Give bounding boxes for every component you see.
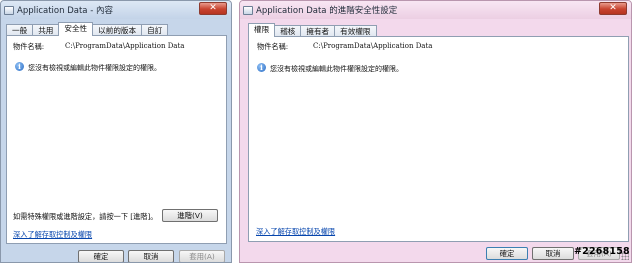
info-icon: i xyxy=(257,63,266,72)
cancel-button[interactable]: 取消 xyxy=(532,247,574,260)
info-icon: i xyxy=(15,62,24,71)
apply-button[interactable]: 套用(A) xyxy=(179,250,225,262)
ok-button[interactable]: 確定 xyxy=(486,247,528,260)
window-icon xyxy=(243,5,253,15)
properties-titlebar[interactable]: Application Data - 內容 ✕ xyxy=(1,1,231,19)
object-name-value: C:\ProgramData\Application Data xyxy=(313,42,433,50)
advanced-titlebar[interactable]: Application Data 的進階安全性設定 ✕ xyxy=(240,1,631,19)
info-message: 您沒有檢視或編輯此物件權限設定的權限。 xyxy=(270,65,403,73)
advanced-button[interactable]: 進階(V) xyxy=(162,209,218,222)
window-title: Application Data 的進階安全性設定 xyxy=(256,6,398,16)
close-icon[interactable]: ✕ xyxy=(599,2,627,15)
info-message: 您沒有檢視或編輯此物件權限設定的權限。 xyxy=(28,64,161,72)
window-icon xyxy=(4,5,14,15)
properties-window: Application Data - 內容 ✕ 一般 共用 安全性 以前的版本 … xyxy=(0,0,232,263)
object-name-label: 物件名稱: xyxy=(13,42,45,51)
learn-access-control-link[interactable]: 深入了解存取控制及權限 xyxy=(256,227,335,237)
close-icon[interactable]: ✕ xyxy=(199,2,227,15)
advanced-hint: 如需特殊權限或進階設定，請按一下 [進階]。 xyxy=(13,212,158,221)
advanced-security-window: Application Data 的進階安全性設定 ✕ 權限 稽核 擁有者 有效… xyxy=(239,0,632,263)
window-gap xyxy=(232,0,239,263)
tab-permissions[interactable]: 權限 xyxy=(248,23,276,37)
ok-button[interactable]: 確定 xyxy=(78,250,124,262)
permissions-panel: 物件名稱: C:\ProgramData\Application Data i … xyxy=(248,36,629,242)
security-panel: 物件名稱: C:\ProgramData\Application Data i … xyxy=(6,35,227,244)
cancel-button[interactable]: 取消 xyxy=(128,250,174,262)
object-name-value: C:\ProgramData\Application Data xyxy=(65,42,185,50)
watermark-text: #2268158 xyxy=(574,246,630,257)
window-title: Application Data - 內容 xyxy=(17,6,113,16)
tab-security[interactable]: 安全性 xyxy=(58,22,94,36)
learn-access-control-link[interactable]: 深入了解存取控制及權限 xyxy=(13,230,92,240)
object-name-label: 物件名稱: xyxy=(257,42,289,51)
